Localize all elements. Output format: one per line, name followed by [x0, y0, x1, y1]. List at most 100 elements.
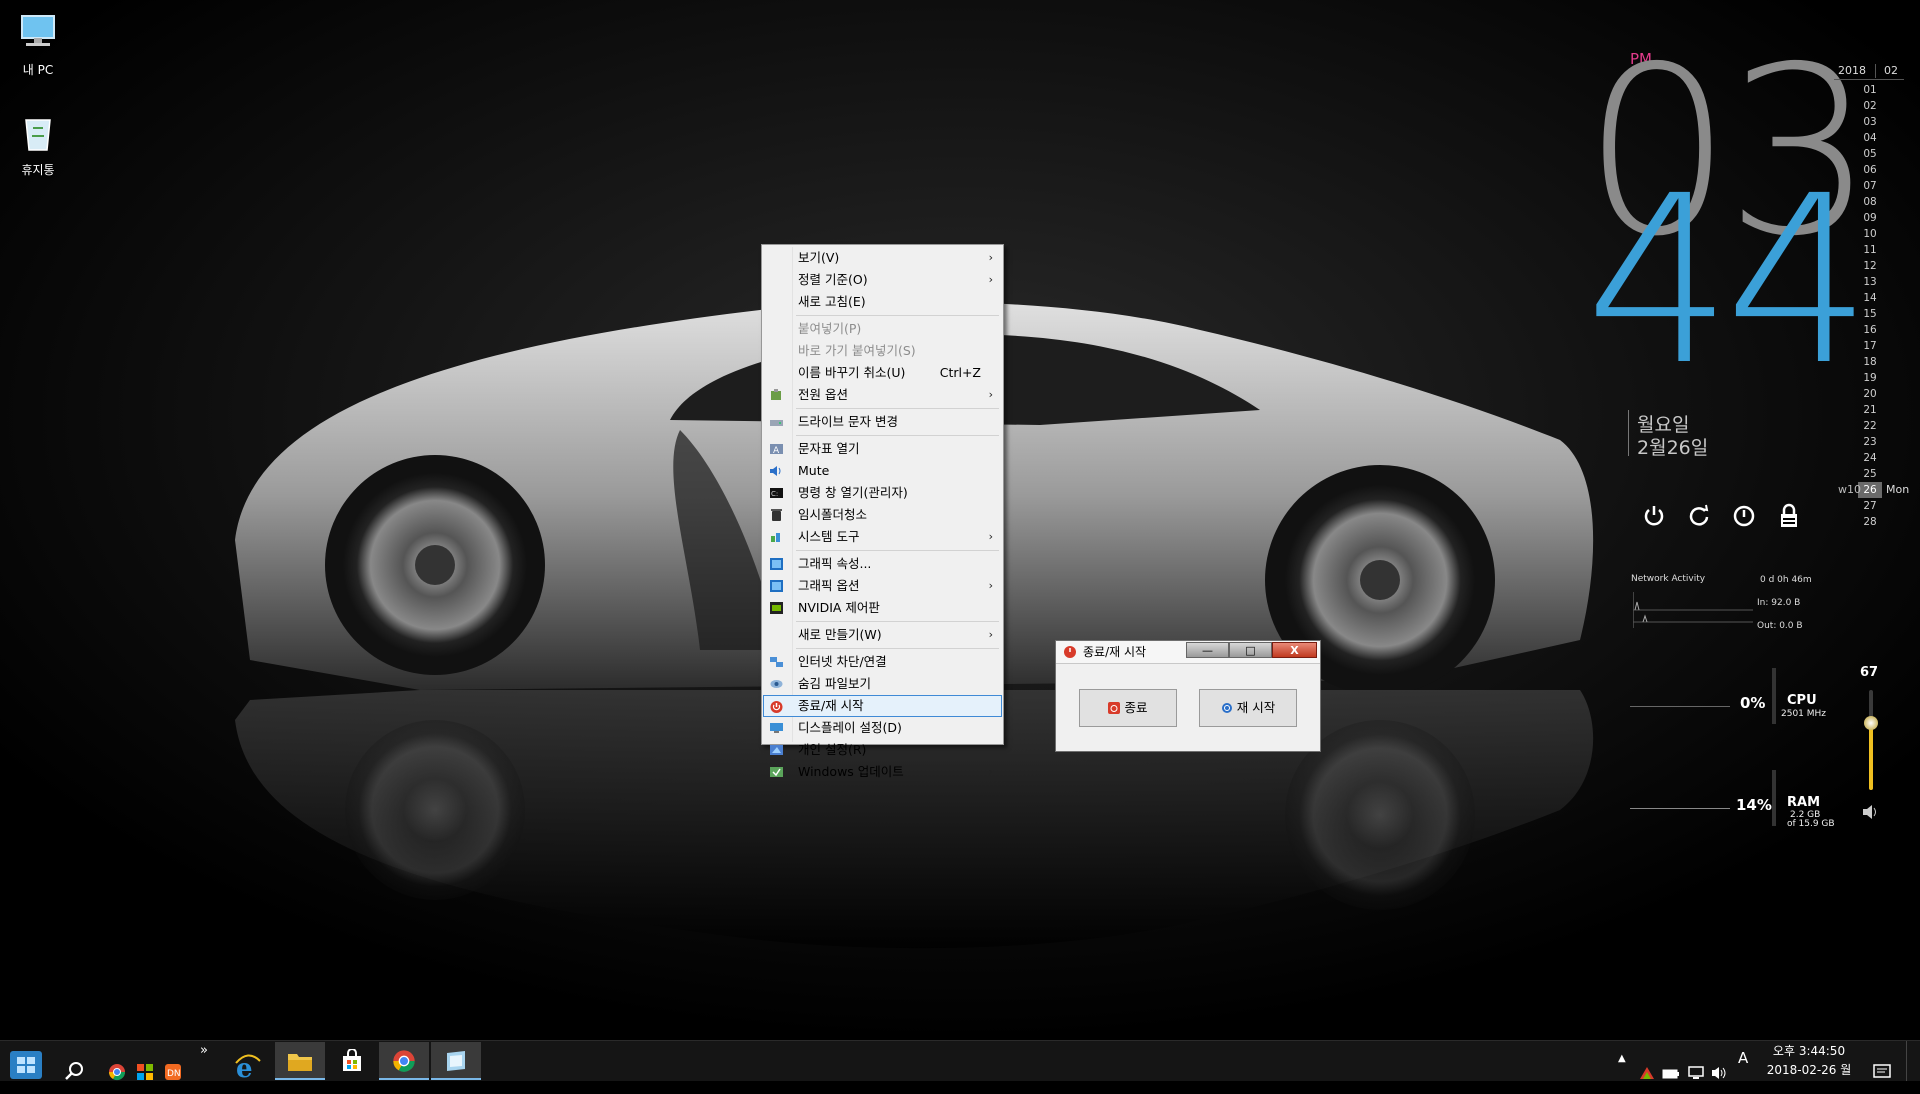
taskbar-file-explorer[interactable]: [275, 1042, 325, 1080]
menu-item-system-tools[interactable]: 시스템 도구 ›: [764, 526, 1001, 548]
network-tray-icon[interactable]: [1687, 1053, 1705, 1093]
battery-icon[interactable]: [1662, 1054, 1680, 1094]
calendar-day: 25: [1863, 468, 1877, 480]
menu-item-windows-update[interactable]: Windows 업데이트 ›: [764, 761, 1001, 783]
menu-item-display-settings[interactable]: 디스플레이 설정(D): [764, 717, 1001, 739]
ram-graph-line: [1630, 808, 1730, 809]
personalize-icon: [770, 745, 783, 755]
volume-value: 67: [1860, 665, 1879, 680]
restart-icon[interactable]: [1686, 503, 1712, 529]
nvidia-tray-icon[interactable]: [1639, 1053, 1655, 1093]
start-button-icon[interactable]: [8, 1045, 44, 1085]
network-in: In: 92.0 B: [1757, 598, 1801, 608]
ram-percent: 14%: [1736, 796, 1772, 814]
tray-clock-date[interactable]: 2018-02-26 월: [1762, 1061, 1856, 1078]
cpu-frequency: 2501 MHz: [1781, 709, 1827, 719]
trash-icon: [771, 509, 782, 521]
calendar-day: 24: [1863, 452, 1877, 464]
menu-item-label: 새로 고침(E): [798, 294, 866, 309]
lock-icon[interactable]: [1776, 503, 1802, 529]
show-desktop-button[interactable]: [1906, 1041, 1920, 1081]
menu-item-label: 정렬 기준(O): [798, 272, 868, 287]
menu-item-view[interactable]: 보기(V) ›: [764, 247, 1001, 269]
display-icon: [770, 723, 783, 733]
maximize-button[interactable]: □: [1229, 642, 1272, 658]
speaker-icon[interactable]: [1862, 804, 1880, 820]
intel-graphics-icon: [770, 558, 783, 570]
toolbar-chevron[interactable]: »: [200, 1043, 208, 1083]
calendar-day: 19: [1863, 372, 1877, 384]
taskbar: DN » e ▲: [0, 1040, 1920, 1084]
menu-item-nvidia-panel[interactable]: NVIDIA 제어판: [764, 597, 1001, 619]
close-button[interactable]: X: [1272, 642, 1317, 658]
cpu-meter-bar: [1772, 668, 1776, 724]
network-uptime: 0 d 0h 46m: [1760, 575, 1812, 585]
clock-date: 2월26일: [1637, 437, 1709, 459]
sleep-icon[interactable]: [1731, 503, 1757, 529]
menu-item-label: 보기(V): [798, 250, 840, 265]
chevron-right-icon: ›: [988, 530, 993, 543]
menu-item-sort-by[interactable]: 정렬 기준(O) ›: [764, 269, 1001, 291]
cpu-graph-line: [1630, 706, 1730, 707]
volume-slider-knob[interactable]: [1864, 716, 1878, 730]
ram-meter-bar: [1772, 770, 1776, 826]
calendar-day: 15: [1863, 308, 1877, 320]
menu-item-shortcut: Ctrl+Z: [939, 365, 981, 380]
calendar-day: 11: [1863, 244, 1877, 256]
calendar-day: 17: [1863, 340, 1877, 352]
internet-explorer-icon[interactable]: e: [234, 1047, 262, 1087]
chrome-icon[interactable]: [108, 1052, 126, 1092]
volume-slider[interactable]: [1864, 690, 1878, 790]
ime-indicator[interactable]: A: [1738, 1049, 1748, 1067]
restart-button[interactable]: 재 시작: [1199, 689, 1297, 727]
menu-item-undo-rename[interactable]: 이름 바꾸기 취소(U) Ctrl+Z: [764, 362, 1001, 384]
power-off-icon[interactable]: [1641, 503, 1667, 529]
dialog-titlebar[interactable]: 종료/재 시작 — □ X: [1056, 641, 1320, 664]
taskbar-app-window[interactable]: [431, 1042, 481, 1080]
shutdown-button[interactable]: 종료: [1079, 689, 1177, 727]
menu-item-new[interactable]: 새로 만들기(W) ›: [764, 624, 1001, 646]
hidden-files-icon: [770, 680, 783, 688]
desktop-icon-this-pc[interactable]: 내 PC: [0, 10, 76, 78]
menu-item-change-drive-letter[interactable]: 드라이브 문자 변경: [764, 411, 1001, 433]
power-icon: [770, 701, 783, 713]
calendar-separator: [1875, 64, 1876, 78]
shutdown-restart-dialog: 종료/재 시작 — □ X 종료 재 시작: [1055, 640, 1321, 752]
menu-item-hidden-files[interactable]: 숨김 파일보기: [764, 673, 1001, 695]
menu-separator: [796, 315, 999, 316]
menu-item-character-map[interactable]: A 문자표 열기: [764, 438, 1001, 460]
minimize-button[interactable]: —: [1186, 642, 1229, 658]
svg-text:A: A: [773, 446, 780, 456]
search-icon[interactable]: [64, 1051, 86, 1091]
menu-item-shutdown-restart[interactable]: 종료/재 시작: [763, 695, 1002, 717]
menu-item-refresh[interactable]: 새로 고침(E): [764, 291, 1001, 313]
windows-store-icon[interactable]: [136, 1052, 154, 1092]
menu-item-graphics-properties[interactable]: 그래픽 속성...: [764, 553, 1001, 575]
svg-text:C:: C:: [771, 490, 778, 498]
menu-item-power-options[interactable]: 전원 옵션 ›: [764, 384, 1001, 406]
clock-minute: 44: [1585, 146, 1872, 416]
menu-separator: [796, 648, 999, 649]
app-launcher-icon[interactable]: DN: [164, 1052, 182, 1092]
menu-item-mute[interactable]: Mute: [764, 460, 1001, 482]
power-icon: [1108, 702, 1121, 714]
shopping-bag-icon: [343, 1049, 361, 1071]
ram-label: RAM: [1787, 795, 1821, 810]
menu-item-personalize[interactable]: 개인 설정(R): [764, 739, 1001, 761]
tray-clock-time[interactable]: 오후 3:44:50: [1768, 1042, 1850, 1059]
calendar-day: 23: [1863, 436, 1877, 448]
action-center-icon[interactable]: [1872, 1052, 1892, 1092]
calendar-day: 26: [1858, 482, 1882, 498]
taskbar-store[interactable]: [327, 1042, 377, 1080]
network-icon: [770, 657, 783, 667]
menu-item-internet-block[interactable]: 인터넷 차단/연결: [764, 651, 1001, 673]
menu-item-label: 전원 옵션: [798, 387, 848, 402]
menu-item-cmd-admin[interactable]: C: 명령 창 열기(관리자): [764, 482, 1001, 504]
menu-item-temp-cleanup[interactable]: 임시폴더청소: [764, 504, 1001, 526]
menu-item-graphics-options[interactable]: 그래픽 옵션 ›: [764, 575, 1001, 597]
volume-tray-icon[interactable]: [1711, 1053, 1729, 1093]
taskbar-chrome[interactable]: [379, 1042, 429, 1080]
restart-label: 재 시작: [1236, 700, 1276, 715]
tray-expand-icon[interactable]: ▲: [1618, 1053, 1626, 1093]
desktop-icon-recycle-bin[interactable]: 휴지통: [0, 110, 76, 178]
